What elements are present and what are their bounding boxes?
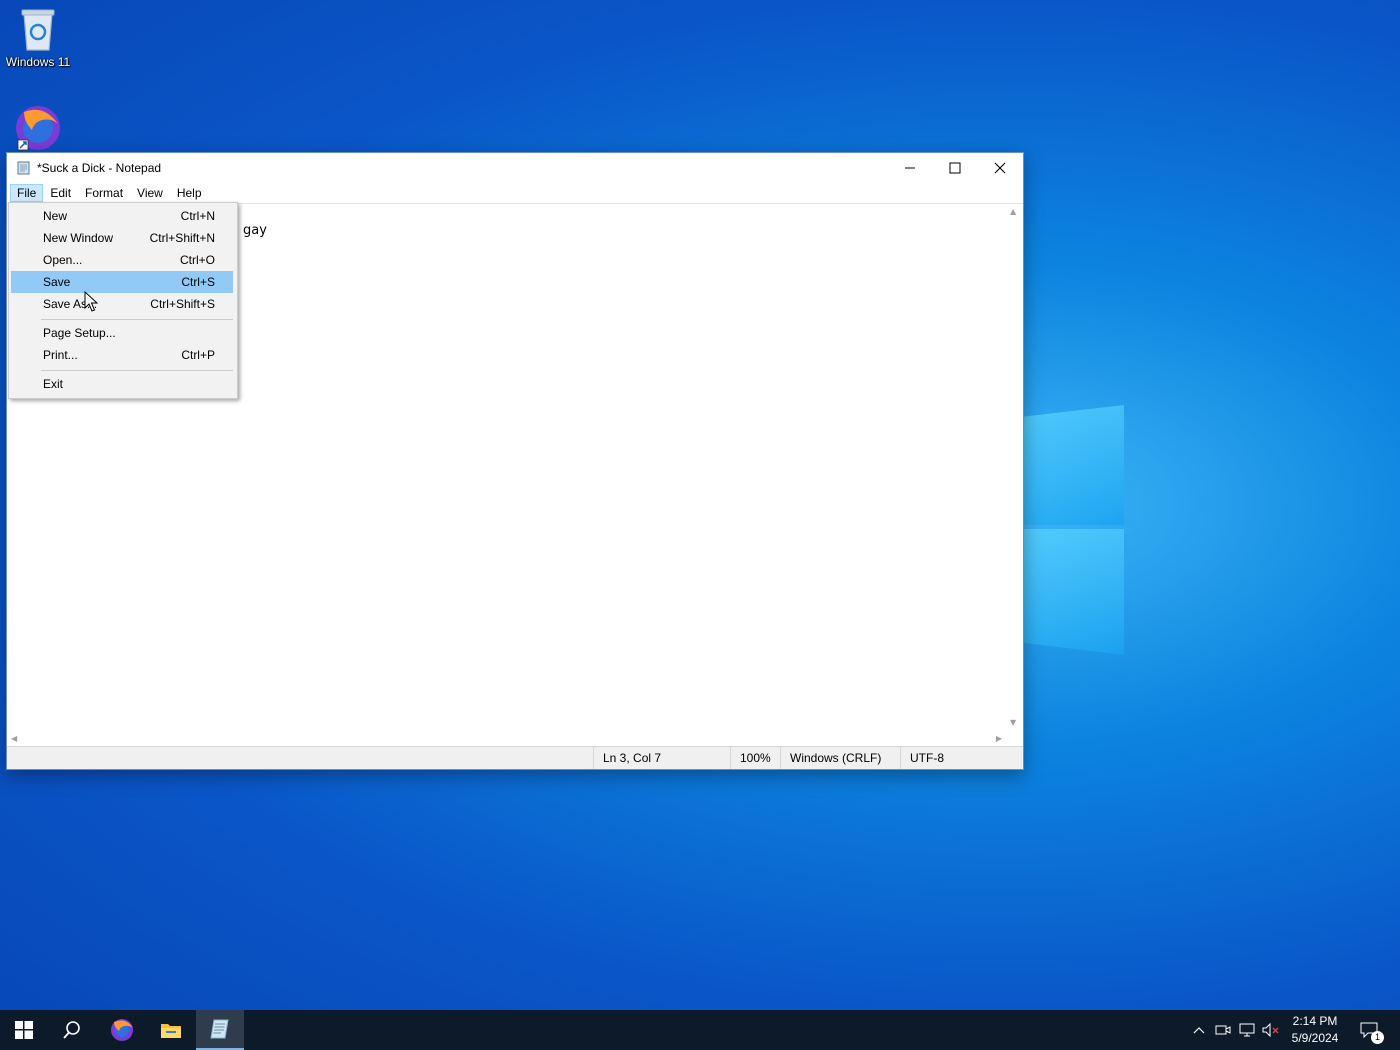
taskbar-file-explorer[interactable] [147,1010,195,1050]
menu-item-page-setup[interactable]: Page Setup... [11,322,233,344]
scroll-right-icon[interactable]: ▶ [996,734,1002,743]
clock-date: 5/9/2024 [1291,1031,1339,1045]
taskbar: 2:14 PM 5/9/2024 1 [0,1010,1400,1050]
action-center-button[interactable]: 1 [1354,1010,1384,1050]
file-explorer-icon [161,1024,181,1038]
vertical-scrollbar[interactable]: ▲ ▼ [1006,204,1023,730]
clock-time: 2:14 PM [1292,1014,1338,1028]
recycle-bin-icon [21,9,55,51]
menu-item-label: Exit [43,377,64,391]
maximize-icon [949,162,961,174]
search-icon [63,1021,80,1039]
desktop-icon-firefox[interactable] [4,104,72,155]
menu-bar: File Edit Format View Help [7,183,1023,203]
tray-overflow-button[interactable] [1188,1010,1210,1050]
desktop-icon-label: Windows 11 [5,55,71,69]
title-bar[interactable]: *Suck a Dick - Notepad [7,153,1023,183]
scroll-up-icon[interactable]: ▲ [1010,207,1016,216]
chevron-up-icon [1193,1027,1205,1034]
menu-separator [41,370,233,371]
editor-text[interactable]: gay [243,223,267,238]
menu-item-label: Page Setup... [43,326,116,340]
menu-item-shortcut: Ctrl+Shift+S [150,297,215,311]
menu-item-shortcut: Ctrl+N [180,209,215,223]
menu-item-new[interactable]: New Ctrl+N [11,205,233,227]
mouse-cursor-icon [84,291,98,312]
notification-count-badge: 1 [1371,1031,1384,1044]
tray-volume[interactable] [1260,1010,1282,1050]
notepad-icon [17,161,30,175]
horizontal-scrollbar[interactable]: ◀ ▶ [7,730,1006,747]
taskbar-firefox[interactable] [98,1010,146,1050]
maximize-button[interactable] [932,153,978,183]
scroll-down-icon[interactable]: ▼ [1010,718,1016,727]
window-title: *Suck a Dick - Notepad [37,161,162,175]
menu-item-shortcut: Ctrl+Shift+N [149,231,215,245]
scroll-left-icon[interactable]: ◀ [11,734,17,743]
minimize-icon [905,167,915,169]
menu-edit[interactable]: Edit [43,184,78,202]
menu-separator [41,319,233,320]
taskbar-notepad[interactable] [196,1010,244,1050]
start-button[interactable] [0,1010,48,1050]
tray-meet-now[interactable] [1212,1010,1234,1050]
menu-format[interactable]: Format [78,184,130,202]
menu-item-exit[interactable]: Exit [11,373,233,395]
menu-item-label: Print... [43,348,78,362]
firefox-icon [111,1019,133,1041]
tray-network[interactable] [1236,1010,1258,1050]
status-zoom: 100% [730,747,780,769]
camera-icon [1215,1025,1231,1035]
menu-view[interactable]: View [130,184,170,202]
search-button[interactable] [48,1010,96,1050]
notepad-icon [210,1019,229,1039]
menu-file[interactable]: File [10,184,44,202]
minimize-button[interactable] [887,153,933,183]
menu-help[interactable]: Help [170,184,209,202]
menu-item-label: New [43,209,68,223]
file-menu-dropdown: New Ctrl+N New Window Ctrl+Shift+N Open.… [8,202,238,399]
status-line-ending: Windows (CRLF) [780,747,890,769]
menu-item-save[interactable]: Save Ctrl+S [11,271,233,293]
menu-item-label: New Window [43,231,114,245]
menu-item-new-window[interactable]: New Window Ctrl+Shift+N [11,227,233,249]
close-icon [994,162,1006,174]
status-bar: Ln 3, Col 7 100% Windows (CRLF) UTF-8 [7,746,1023,769]
close-button[interactable] [977,153,1023,183]
volume-muted-icon [1262,1023,1279,1037]
menu-item-shortcut: Ctrl+P [181,348,215,362]
menu-item-shortcut: Ctrl+S [181,275,215,289]
menu-item-open[interactable]: Open... Ctrl+O [11,249,233,271]
desktop-icon-recycle-bin[interactable]: Windows 11 [4,6,72,69]
firefox-shortcut-icon [16,106,60,151]
menu-item-save-as[interactable]: Save As... Ctrl+Shift+S [11,293,233,315]
taskbar-clock[interactable]: 2:14 PM 5/9/2024 [1280,1013,1350,1047]
menu-item-label: Open... [43,253,83,267]
start-icon [15,1021,33,1039]
network-icon [1239,1023,1255,1037]
menu-item-print[interactable]: Print... Ctrl+P [11,344,233,366]
menu-item-shortcut: Ctrl+O [179,253,215,267]
status-position: Ln 3, Col 7 [593,747,729,769]
status-encoding: UTF-8 [900,747,1010,769]
menu-item-label: Save [43,275,71,289]
